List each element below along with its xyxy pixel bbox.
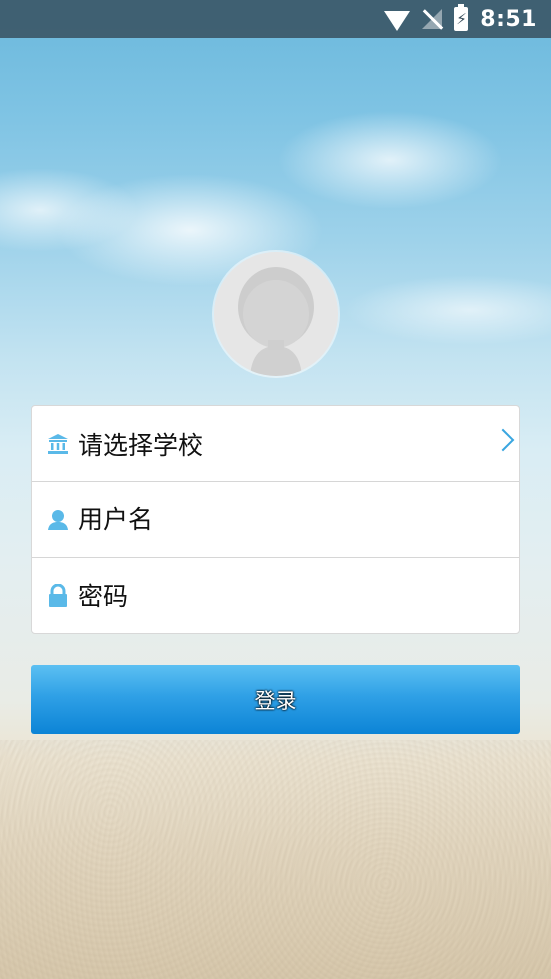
password-field[interactable] bbox=[78, 581, 458, 611]
login-button[interactable]: 登录 bbox=[31, 665, 520, 734]
battery-charging-icon: ⚡ bbox=[454, 4, 469, 31]
wifi-icon bbox=[384, 11, 411, 31]
chevron-right-icon bbox=[491, 428, 515, 452]
user-icon bbox=[46, 508, 70, 532]
login-form: 请选择学校 bbox=[31, 405, 520, 634]
default-avatar-icon bbox=[214, 252, 338, 376]
status-time: 8:51 bbox=[480, 6, 537, 32]
avatar[interactable] bbox=[214, 252, 338, 376]
username-field[interactable] bbox=[78, 505, 458, 534]
no-signal-icon bbox=[422, 9, 444, 30]
lock-icon bbox=[46, 584, 70, 608]
school-selector-label: 请选择学校 bbox=[78, 430, 204, 460]
password-row bbox=[32, 558, 519, 634]
status-bar: ⚡ 8:51 bbox=[0, 0, 551, 38]
school-building-icon bbox=[46, 432, 70, 456]
username-row bbox=[32, 482, 519, 558]
sand-texture bbox=[0, 740, 551, 979]
school-selector[interactable]: 请选择学校 bbox=[32, 406, 519, 482]
